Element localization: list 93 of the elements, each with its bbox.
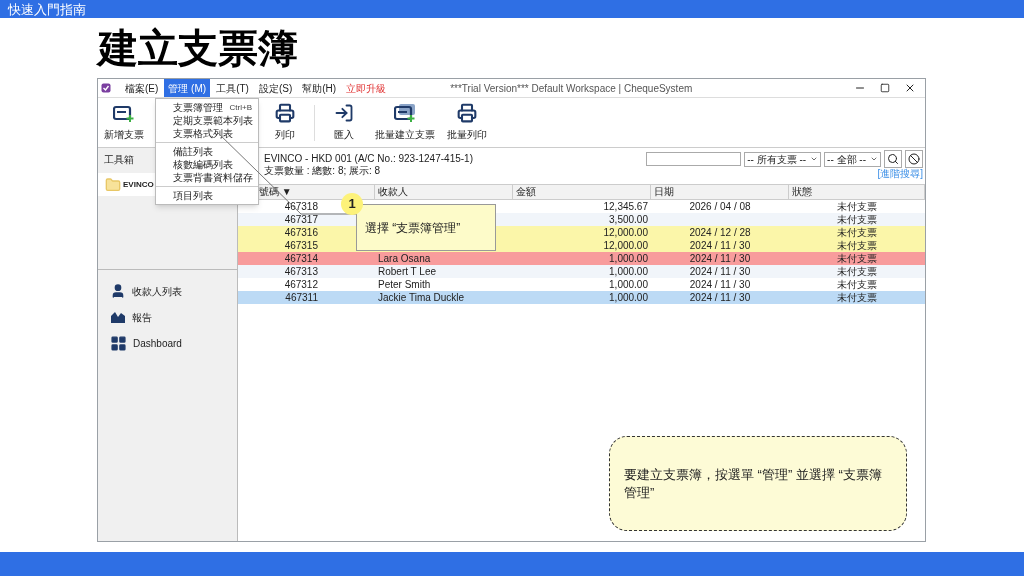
window-title: ***Trial Version*** Default Workspace | ChequeSystem [450, 81, 693, 96]
chevron-icon [810, 155, 819, 163]
nav-item[interactable]: 報告 [110, 308, 225, 326]
stacked-cards-plus-icon [394, 103, 416, 123]
dropdown-item[interactable]: 支票簿管理 Ctrl+B [156, 101, 258, 114]
printer-icon [275, 103, 295, 123]
table-cell: 2024 / 11 / 30 [689, 265, 751, 278]
table-cell: Peter Smith [378, 278, 431, 291]
nav-item[interactable]: Dashboard [110, 334, 225, 352]
account-name: EVINCO - HKD 001 (A/C No.: 923-1247-415-1) [264, 153, 473, 165]
table-row[interactable]: 467314 Lara Osana 1,000.00 2024 / 11 / 30 未付支票 [238, 252, 925, 265]
stacked-printer-icon [457, 103, 477, 123]
table-cell: 467312 [284, 278, 318, 291]
table-cell: 未付支票 [837, 226, 877, 239]
folder-item[interactable]: EVINCO [98, 173, 155, 196]
table-cell: 12,345.67 [603, 200, 648, 213]
table-cell: 467313 [284, 265, 318, 278]
advanced-search-link[interactable]: [進階搜尋] [877, 168, 923, 179]
chevron-icon [870, 155, 878, 163]
menu-item[interactable]: 檔案(E) [121, 79, 163, 97]
note-text: 要建立支票簿，按選單 “管理” 並選擇 “支票簿管理” [624, 465, 883, 502]
table-cell: 12,000.00 [603, 226, 648, 239]
table-cell: 467311 [285, 291, 318, 304]
page-title: 建立支票簿 [98, 28, 298, 68]
import-icon [334, 103, 354, 123]
table-cell: 467316 [284, 226, 318, 239]
table-cell: 3,500.00 [609, 213, 648, 226]
table-cell: 12,000.00 [603, 239, 648, 252]
menu-item[interactable]: 設定(S) [254, 79, 297, 97]
sidebar-title: 工具箱 [104, 153, 134, 167]
table-cell: 2024 / 12 / 28 [689, 226, 751, 239]
app-logo-icon [101, 83, 111, 93]
toolbar-button[interactable]: 新增支票 [98, 99, 150, 146]
table-cell: Lara Osana [378, 252, 431, 265]
table-cell: 未付支票 [837, 239, 877, 252]
person-icon [110, 283, 126, 299]
chart-icon [110, 310, 126, 324]
search-icon [887, 153, 899, 165]
table-cell: 467315 [284, 239, 318, 252]
table-cell: 未付支票 [837, 213, 877, 226]
toolbar-button[interactable]: 批量建立支票 [369, 99, 441, 146]
maximize-icon[interactable] [880, 83, 890, 93]
close-icon[interactable] [904, 82, 916, 94]
table-row[interactable]: 467313 Robert T Lee 1,000.00 2024 / 11 / 30 未付支票 [238, 265, 925, 278]
dropdown-item[interactable]: 支票背書資料儲存 [156, 171, 258, 184]
table-row[interactable]: 467311 Jackie Tima Duckle 1,000.00 2024 / 11 / 30 未付支票 [238, 291, 925, 304]
search-button[interactable] [884, 150, 902, 168]
toolbar-button[interactable]: 列印 [260, 99, 310, 146]
toolbar-button[interactable]: 匯入 [319, 99, 369, 146]
table-cell: 2024 / 11 / 30 [689, 278, 751, 291]
folder-icon [105, 176, 121, 193]
table-cell: 2024 / 11 / 30 [689, 252, 751, 265]
clear-icon [908, 153, 920, 165]
menu-item[interactable]: 工具(T) [212, 79, 253, 97]
dropdown-item[interactable]: 支票格式列表 [156, 127, 258, 140]
table-cell: Robert T Lee [378, 265, 436, 278]
table-cell: 未付支票 [837, 252, 877, 265]
dropdown-item[interactable]: 核數編碼列表 [156, 158, 258, 171]
table-cell: 未付支票 [837, 265, 877, 278]
dashboard-icon [110, 334, 127, 352]
dropdown-item[interactable]: 備註列表 [156, 145, 258, 158]
menu-item[interactable]: 立即升級 [342, 79, 391, 97]
dropdown-item[interactable]: 定期支票範本列表 [156, 114, 258, 127]
table-cell: 1,000.00 [609, 278, 648, 291]
table-cell: 467314 [284, 252, 318, 265]
column-header[interactable]: 狀態 [789, 185, 925, 199]
table-cell: 1,000.00 [609, 291, 648, 304]
search-field[interactable] [646, 152, 742, 166]
toolbar-button[interactable]: 批量列印 [441, 99, 493, 146]
table-cell: 467318 [284, 200, 318, 213]
clear-button[interactable] [905, 150, 923, 168]
column-header[interactable]: 金額 [513, 185, 651, 199]
menu-item[interactable]: 幫助(H) [298, 79, 341, 97]
table-cell: 2026 / 04 / 08 [689, 200, 751, 213]
filter-dropdown[interactable]: -- 全部 -- [824, 151, 881, 167]
table-cell: 未付支票 [837, 200, 877, 213]
table-cell: 2024 / 11 / 30 [689, 291, 751, 304]
table-cell: 1,000.00 [609, 252, 648, 265]
filter-dropdown[interactable]: -- 所有支票 -- [744, 151, 822, 167]
column-header[interactable]: 日期 [651, 185, 789, 199]
menu-item[interactable]: 管理 (M) [164, 79, 211, 97]
table-cell: Jackie Tima Duckle [378, 291, 465, 304]
header-title: 快速入門指南 [8, 2, 86, 16]
card-plus-icon [113, 103, 135, 123]
table-cell: 467317 [284, 213, 318, 226]
table-cell: 1,000.00 [609, 265, 648, 278]
nav-item[interactable]: 收款人列表 [110, 282, 225, 300]
cheque-count: 支票數量 : 總數: 8; 展示: 8 [264, 165, 382, 177]
column-header[interactable]: 收款人 [375, 185, 513, 199]
table-cell: 未付支票 [837, 278, 877, 291]
table-cell: 未付支票 [837, 291, 877, 304]
table-cell: 2024 / 11 / 30 [689, 239, 751, 252]
dropdown-item[interactable]: 項目列表 [156, 189, 258, 202]
